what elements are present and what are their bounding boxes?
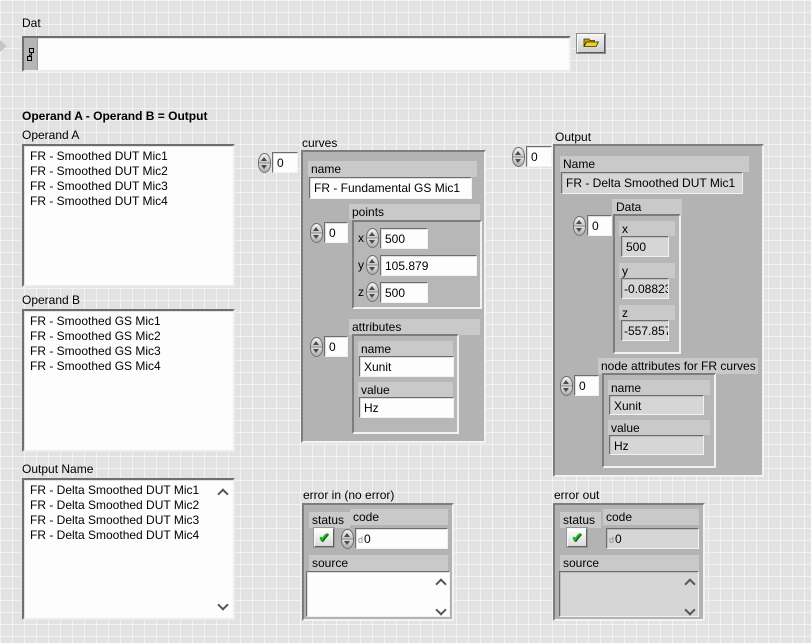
list-item[interactable]: FR - Smoothed GS Mic3 <box>30 344 231 359</box>
operand-a-label: Operand A <box>22 128 79 142</box>
attribute-name-label: name <box>358 341 453 356</box>
path-control-label: Dat <box>22 16 41 30</box>
list-item[interactable]: FR - Smoothed GS Mic4 <box>30 359 231 374</box>
curves-index-field[interactable]: 0 <box>272 152 298 173</box>
output-cluster: Name FR - Delta Smoothed DUT Mic1 Data 0… <box>553 144 764 477</box>
node-attributes-cluster: name Xunit value Hz <box>602 373 716 468</box>
node-attribute-name-label: name <box>608 380 710 395</box>
point-y-field[interactable]: 105.879 <box>380 255 477 276</box>
point-x-spinner[interactable] <box>366 228 379 248</box>
list-item[interactable]: FR - Smoothed GS Mic1 <box>30 314 231 329</box>
node-attribute-value-field: Hz <box>609 435 704 455</box>
operand-b-label: Operand B <box>22 293 80 307</box>
operation-free-label: Operand A - Operand B = Output <box>22 109 207 123</box>
node-attribute-value-label: value <box>608 420 710 435</box>
error-out-source-field <box>559 571 699 617</box>
error-out-label: error out <box>554 488 599 502</box>
radix-indicator: d <box>609 535 614 545</box>
curves-index-spinner[interactable] <box>258 153 271 173</box>
error-in-code-spinner[interactable] <box>341 529 354 549</box>
attribute-name-field[interactable]: Xunit <box>359 356 454 377</box>
error-in-status-label: status <box>309 512 350 528</box>
output-index-spinner[interactable] <box>512 147 525 167</box>
data-z-label: z <box>619 305 675 320</box>
output-cluster-label: Output <box>555 130 591 144</box>
point-x-field[interactable]: 500 <box>380 228 428 249</box>
check-icon: ✔ <box>318 529 330 545</box>
error-out-source-label: source <box>560 555 699 571</box>
operand-b-listbox[interactable]: FR - Smoothed GS Mic1 FR - Smoothed GS M… <box>22 309 235 452</box>
open-folder-icon <box>583 35 600 53</box>
attribute-value-label: value <box>358 382 453 397</box>
list-item[interactable]: FR - Delta Smoothed DUT Mic3 <box>30 513 231 528</box>
path-input[interactable] <box>22 36 571 72</box>
data-y-field: -0.08823 <box>621 278 669 299</box>
output-name-field-label: Name <box>560 156 749 172</box>
list-item[interactable]: FR - Smoothed DUT Mic3 <box>30 179 231 194</box>
list-item[interactable]: FR - Smoothed DUT Mic1 <box>30 149 231 164</box>
output-name-listbox[interactable]: FR - Delta Smoothed DUT Mic1 FR - Delta … <box>22 478 235 620</box>
data-x-label: x <box>619 221 675 236</box>
points-label: points <box>349 204 480 220</box>
output-data-label: Data <box>612 199 682 215</box>
error-out-code-label: code <box>603 509 699 525</box>
point-y-spinner[interactable] <box>366 255 379 275</box>
error-out-cluster: status code ✔ d0 source <box>553 503 705 621</box>
error-out-status-indicator: ✔ <box>567 528 587 547</box>
point-x-label: x <box>358 231 364 245</box>
attributes-cluster: name Xunit value Hz <box>352 334 459 434</box>
browse-button[interactable] <box>577 34 605 53</box>
error-in-code-label: code <box>350 509 448 525</box>
attribute-value-field[interactable]: Hz <box>359 397 454 418</box>
data-y-label: y <box>619 263 675 278</box>
list-item[interactable]: FR - Smoothed DUT Mic2 <box>30 164 231 179</box>
point-z-field[interactable]: 500 <box>380 282 428 303</box>
data-z-field: -557.857 <box>621 320 669 341</box>
point-z-spinner[interactable] <box>366 282 379 302</box>
error-in-source-label: source <box>309 555 448 571</box>
output-data-index-spinner[interactable] <box>573 216 586 236</box>
list-item[interactable]: FR - Smoothed DUT Mic4 <box>30 194 231 209</box>
point-y-label: y <box>358 258 364 272</box>
points-cluster: x 500 y 105.879 z 500 <box>352 220 482 309</box>
node-attributes-label: node attributes for FR curves <box>598 358 758 374</box>
attributes-index-field[interactable]: 0 <box>324 336 348 357</box>
attributes-index-spinner[interactable] <box>310 337 323 357</box>
node-attributes-index-spinner[interactable] <box>560 376 573 396</box>
list-item[interactable]: FR - Delta Smoothed DUT Mic4 <box>30 528 231 543</box>
point-z-label: z <box>358 285 364 299</box>
data-x-field: 500 <box>621 236 669 257</box>
error-in-label: error in (no error) <box>303 488 394 502</box>
list-item[interactable]: FR - Delta Smoothed DUT Mic1 <box>30 483 231 498</box>
scroll-down-icon[interactable] <box>217 599 228 610</box>
error-in-status-checkbox[interactable]: ✔ <box>314 528 334 547</box>
output-index-field[interactable]: 0 <box>526 146 552 167</box>
output-data-index-field[interactable]: 0 <box>587 215 612 236</box>
pane-edge-arrow-icon <box>0 40 7 52</box>
error-out-code-field: d0 <box>606 528 699 549</box>
curves-name-field[interactable]: FR - Fundamental GS Mic1 <box>309 177 472 199</box>
operand-a-listbox[interactable]: FR - Smoothed DUT Mic1 FR - Smoothed DUT… <box>22 144 235 287</box>
curves-cluster: name FR - Fundamental GS Mic1 points 0 x… <box>301 150 486 443</box>
output-name-field: FR - Delta Smoothed DUT Mic1 <box>561 172 743 194</box>
error-in-cluster: status code ✔ d0 source <box>302 503 454 621</box>
error-out-status-label: status <box>560 512 601 528</box>
points-index-spinner[interactable] <box>310 223 323 243</box>
radix-indicator: d <box>358 535 363 545</box>
error-in-code-field[interactable]: d0 <box>355 528 448 549</box>
list-item[interactable]: FR - Delta Smoothed DUT Mic2 <box>30 498 231 513</box>
error-in-source-field[interactable] <box>306 571 450 617</box>
path-symbol-icon <box>24 38 38 70</box>
points-index-field[interactable]: 0 <box>324 222 348 243</box>
output-data-cluster: x 500 y -0.08823 z -557.857 <box>613 214 681 354</box>
labview-front-panel: Dat Operand A - Operand B = Output Opera… <box>0 0 811 643</box>
output-name-label: Output Name <box>22 462 93 476</box>
curves-cluster-label: curves <box>302 136 337 150</box>
check-icon: ✔ <box>571 529 583 545</box>
curves-name-label: name <box>308 161 477 177</box>
node-attributes-index-field[interactable]: 0 <box>574 375 599 396</box>
attributes-label: attributes <box>349 319 480 335</box>
node-attribute-name-field: Xunit <box>609 395 704 415</box>
list-item[interactable]: FR - Smoothed GS Mic2 <box>30 329 231 344</box>
